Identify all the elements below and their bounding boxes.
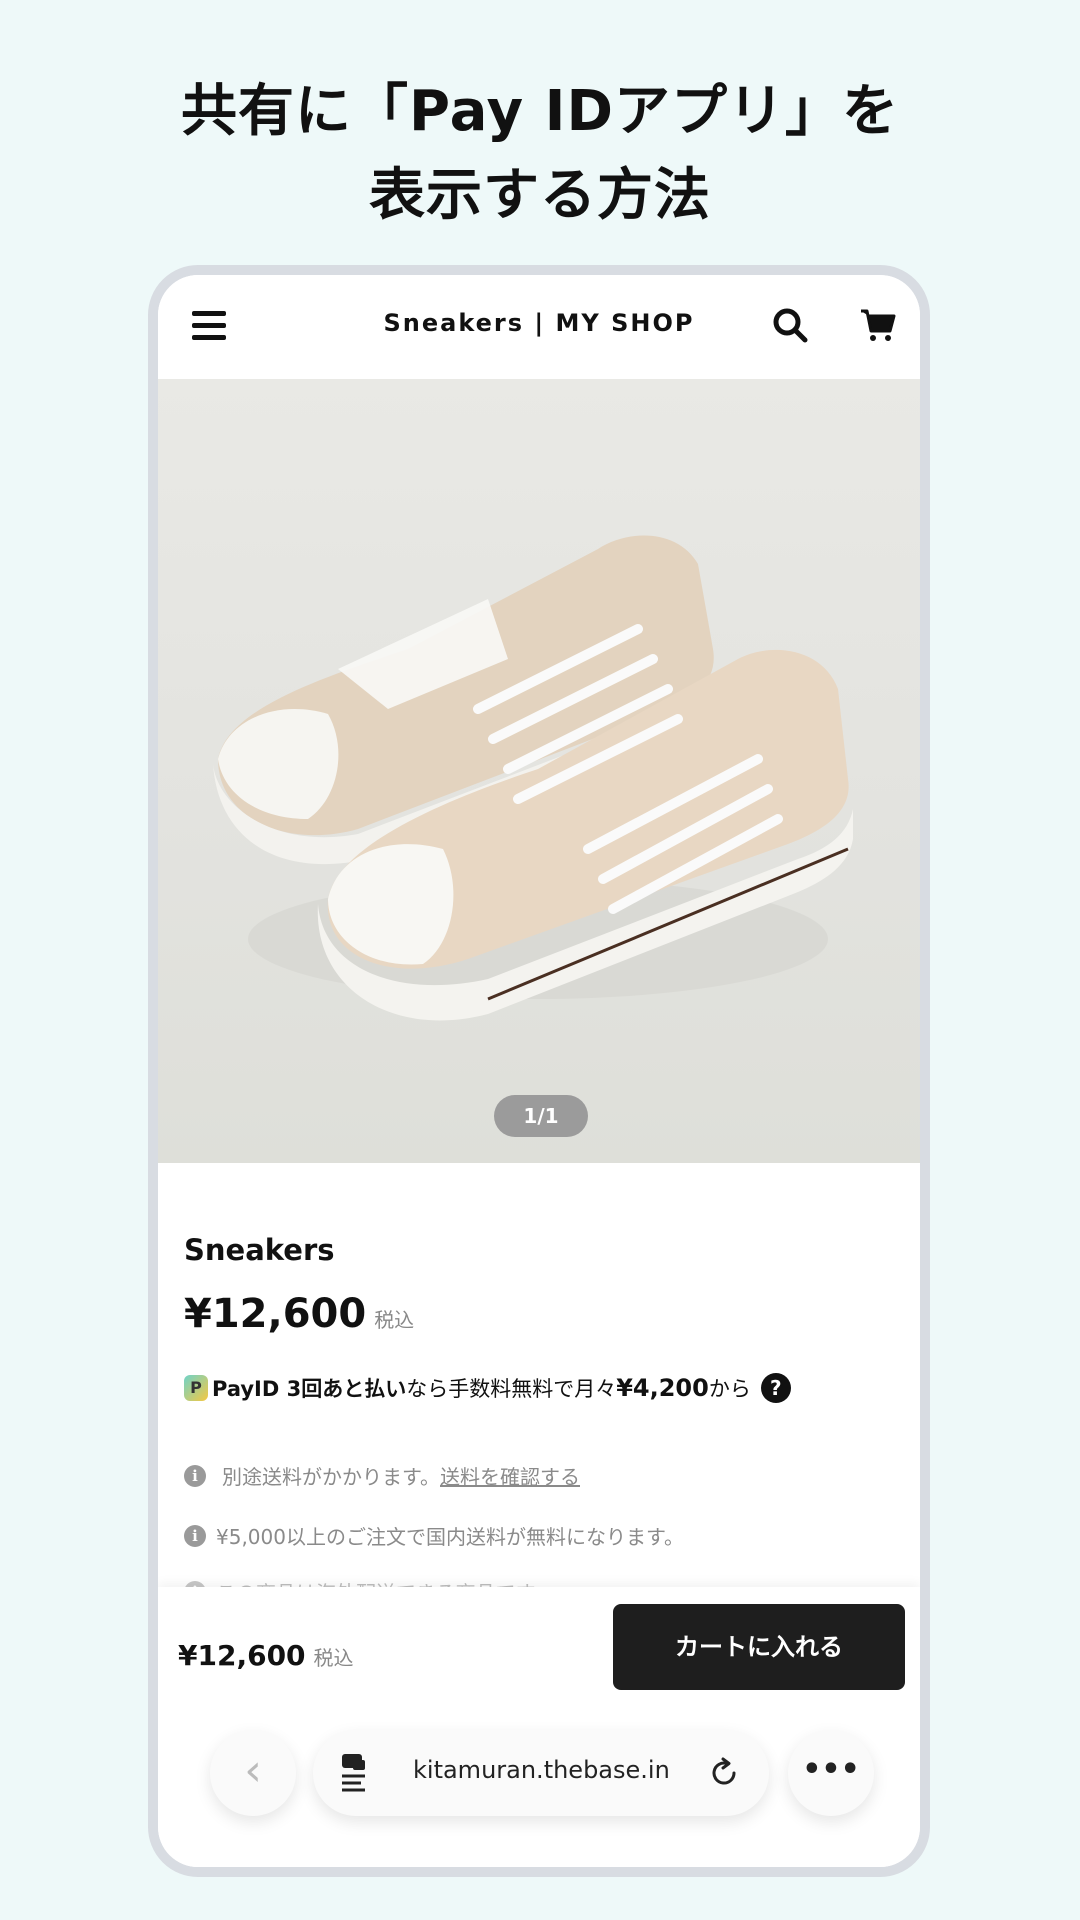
page-headline: 共有に「Pay IDアプリ」を 表示する方法	[0, 70, 1080, 238]
bottom-price: ¥12,600 税込	[178, 1639, 354, 1672]
tax-label: 税込	[374, 1308, 415, 1332]
shop-header: Sneakers | MY SHOP	[158, 275, 920, 380]
sneakers-illustration	[213, 535, 853, 1021]
add-to-cart-button[interactable]: カートに入れる	[613, 1604, 905, 1690]
address-bar[interactable]: kitamuran.thebase.in	[313, 1730, 769, 1816]
cart-icon[interactable]	[858, 305, 898, 345]
more-options-button[interactable]: •••	[788, 1730, 874, 1816]
image-counter: 1/1	[494, 1095, 588, 1137]
payid-brand: PayID 3回あと払い	[212, 1377, 407, 1401]
help-icon[interactable]: ?	[760, 1373, 791, 1403]
payid-installment-row[interactable]: P PayID 3回あと払い なら手数料無料で月々 ¥4,200 から ?	[184, 1371, 791, 1405]
bottom-tax-label: 税込	[313, 1646, 354, 1670]
product-price: ¥12,600	[184, 1291, 367, 1337]
shipping-link[interactable]: 送料を確認する	[440, 1461, 580, 1490]
price-row: ¥12,600 税込	[184, 1291, 414, 1337]
bottom-price-value: ¥12,600	[178, 1639, 306, 1672]
bottom-bar: ¥12,600 税込 カートに入れる ‹ kitamuran.thebase.in…	[158, 1587, 920, 1867]
payid-amount: ¥4,200	[616, 1374, 709, 1402]
free-shipping-text: ¥5,000以上のご注文で国内送料が無料になります。	[216, 1525, 684, 1549]
headline-line-2: 表示する方法	[369, 163, 711, 228]
info-icon: i	[184, 1524, 206, 1547]
search-icon[interactable]	[770, 305, 810, 345]
free-shipping-note: i ¥5,000以上のご注文で国内送料が無料になります。	[184, 1521, 684, 1550]
product-name: Sneakers	[184, 1233, 335, 1267]
payid-text-after: から	[708, 1377, 751, 1401]
payid-logo-icon: P	[184, 1375, 208, 1401]
reload-icon[interactable]	[707, 1756, 741, 1790]
browser-back-button[interactable]: ‹	[210, 1730, 296, 1816]
shipping-note: i 別途送料がかかります。 送料を確認する	[184, 1461, 580, 1490]
product-image[interactable]: 1/1	[158, 379, 920, 1163]
site-icon	[342, 1754, 365, 1792]
headline-line-1: 共有に「Pay IDアプリ」を	[181, 79, 899, 144]
shipping-text: 別途送料がかかります。	[222, 1465, 440, 1489]
info-icon: i	[184, 1464, 206, 1487]
url-text: kitamuran.thebase.in	[413, 1756, 670, 1784]
payid-text-before: なら手数料無料で月々	[406, 1377, 617, 1401]
phone-frame: Sneakers | MY SHOP 1/1 Sneakers ¥12,600 …	[148, 265, 930, 1877]
